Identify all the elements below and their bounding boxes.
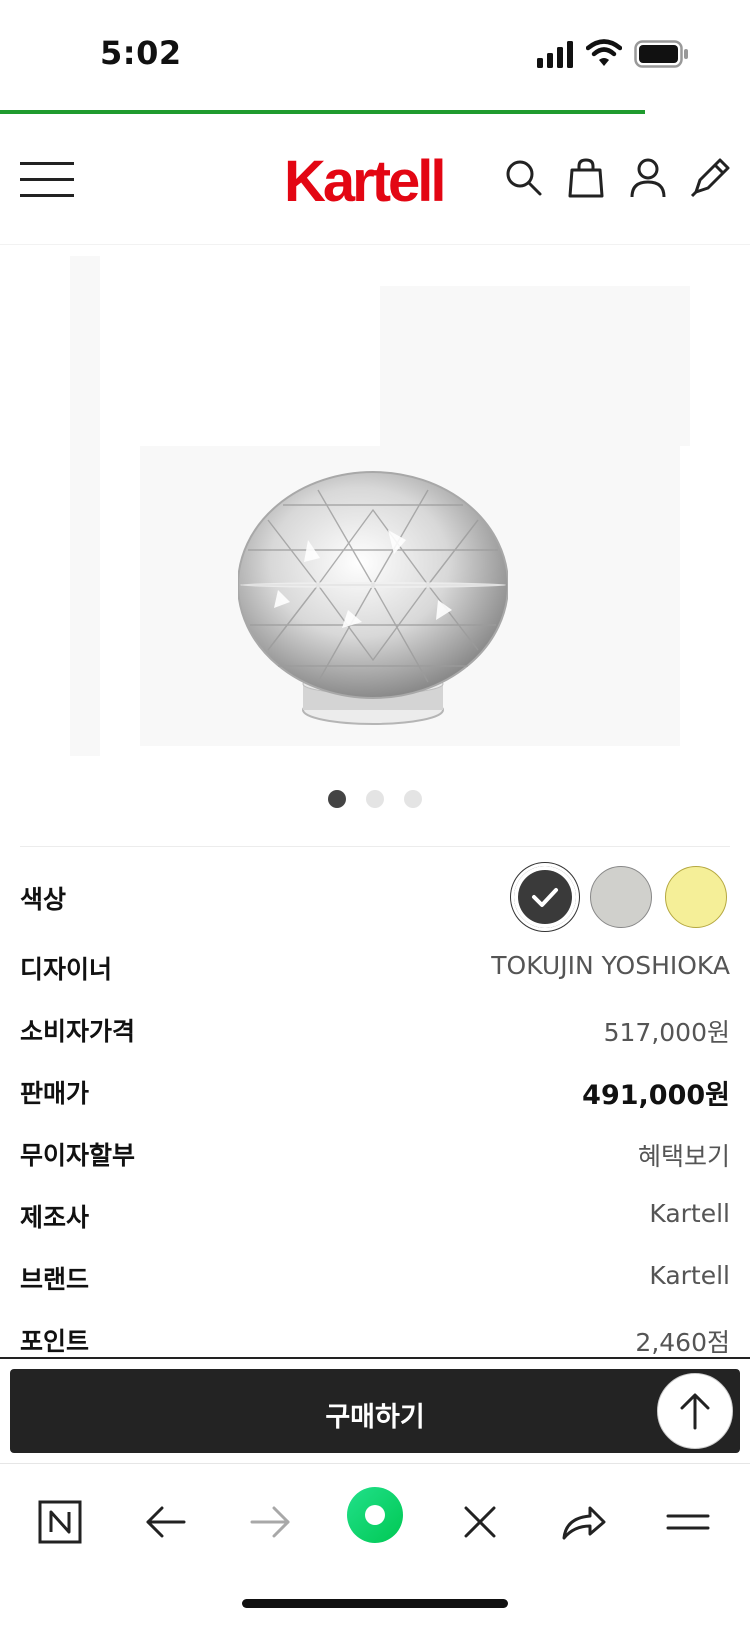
gallery-dot[interactable] bbox=[328, 790, 346, 808]
color-swatch-yellow[interactable] bbox=[665, 866, 727, 928]
manufacturer-label: 제조사 bbox=[20, 1203, 90, 1232]
checkmark-icon bbox=[518, 870, 572, 924]
points-label: 포인트 bbox=[20, 1327, 90, 1356]
buy-bar-separator bbox=[0, 1357, 750, 1359]
forward-arrow-icon[interactable] bbox=[242, 1494, 298, 1550]
consumer-price-label: 소비자가격 bbox=[20, 1017, 136, 1046]
back-arrow-icon[interactable] bbox=[138, 1494, 194, 1550]
arrow-up-icon bbox=[680, 1393, 710, 1430]
product-lamp-image bbox=[238, 471, 508, 725]
gallery-dot[interactable] bbox=[404, 790, 422, 808]
background-image-ghost bbox=[380, 286, 690, 446]
color-swatch-gray[interactable] bbox=[590, 866, 652, 928]
manufacturer-row: 제조사 Kartell bbox=[20, 1192, 730, 1236]
color-label: 색상 bbox=[20, 885, 67, 914]
sale-price-label: 판매가 bbox=[20, 1079, 90, 1108]
brand-value: Kartell bbox=[649, 1261, 730, 1290]
home-indicator bbox=[242, 1599, 508, 1608]
background-image-ghost bbox=[70, 256, 100, 756]
shopping-bag-icon[interactable] bbox=[564, 156, 608, 200]
search-icon[interactable] bbox=[502, 156, 546, 200]
menu-icon[interactable] bbox=[660, 1494, 716, 1550]
installment-row: 무이자할부 혜택보기 bbox=[20, 1130, 730, 1174]
naver-n-icon[interactable] bbox=[32, 1494, 88, 1550]
installment-benefits-link[interactable]: 혜택보기 bbox=[638, 1137, 730, 1173]
user-account-icon[interactable] bbox=[626, 156, 670, 200]
cellular-signal-icon bbox=[537, 41, 573, 68]
points-row: 포인트 2,460점 bbox=[20, 1316, 730, 1360]
section-divider bbox=[20, 846, 730, 847]
close-icon[interactable] bbox=[452, 1494, 508, 1550]
kartell-logo[interactable]: Kartell bbox=[284, 148, 447, 215]
consumer-price-row: 소비자가격 517,000원 bbox=[20, 1006, 730, 1050]
green-dot-icon[interactable] bbox=[344, 1484, 406, 1546]
designer-row: 디자이너 TOKUJIN YOSHIOKA bbox=[20, 944, 730, 988]
color-swatch-dark[interactable] bbox=[514, 866, 576, 928]
installment-label: 무이자할부 bbox=[20, 1141, 136, 1170]
sale-price-row: 판매가 491,000원 bbox=[20, 1068, 730, 1112]
points-value: 2,460점 bbox=[635, 1328, 730, 1357]
manufacturer-value: Kartell bbox=[649, 1199, 730, 1228]
gallery-pagination bbox=[0, 790, 750, 810]
brand-row: 브랜드 Kartell bbox=[20, 1254, 730, 1298]
site-header: Kartell bbox=[0, 114, 750, 245]
share-icon[interactable] bbox=[554, 1494, 610, 1550]
pencil-icon[interactable] bbox=[688, 156, 732, 200]
buy-button-label: 구매하기 bbox=[325, 1402, 425, 1433]
wifi-icon bbox=[586, 39, 622, 66]
status-time: 5:02 bbox=[100, 34, 182, 72]
designer-value: TOKUJIN YOSHIOKA bbox=[491, 951, 730, 980]
menu-button[interactable] bbox=[20, 162, 74, 202]
designer-label: 디자이너 bbox=[20, 955, 113, 984]
sale-price-value: 491,000원 bbox=[582, 1080, 730, 1111]
battery-icon bbox=[634, 40, 688, 68]
consumer-price-value: 517,000원 bbox=[603, 1018, 730, 1047]
scroll-to-top-button[interactable] bbox=[657, 1373, 733, 1449]
brand-label: 브랜드 bbox=[20, 1265, 90, 1294]
buy-button[interactable]: 구매하기 bbox=[10, 1369, 740, 1453]
status-bar: 5:02 bbox=[0, 0, 750, 108]
gallery-dot[interactable] bbox=[366, 790, 384, 808]
